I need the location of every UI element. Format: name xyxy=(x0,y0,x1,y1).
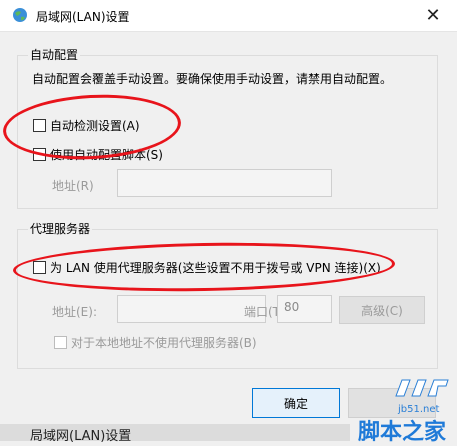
advanced-button[interactable]: 高级(C) xyxy=(339,296,425,324)
bypass-local-checkbox-row[interactable]: 对于本地地址不使用代理服务器(B) xyxy=(54,334,257,351)
bypass-local-checkbox[interactable] xyxy=(54,336,67,349)
use-proxy-checkbox-row[interactable]: 为 LAN 使用代理服务器(这些设置不用于拨号或 VPN 连接)(X) xyxy=(33,259,381,276)
auto-detect-checkbox[interactable] xyxy=(33,119,46,132)
close-button[interactable]: ✕ xyxy=(419,3,447,27)
auto-script-checkbox-row[interactable]: 使用自动配置脚本(S) xyxy=(33,146,163,163)
proxy-address-label: 地址(E): xyxy=(52,305,97,319)
window-title: 局域网(LAN)设置 xyxy=(36,10,130,24)
title-bar: 局域网(LAN)设置 ✕ xyxy=(0,0,457,32)
proxy-port-input[interactable]: 80 xyxy=(277,295,332,323)
auto-config-group-title: 自动配置 xyxy=(28,46,81,63)
auto-detect-label: 自动检测设置(A) xyxy=(50,119,140,133)
auto-config-description: 自动配置会覆盖手动设置。要确保使用手动设置，请禁用自动配置。 xyxy=(32,72,393,86)
globe-icon xyxy=(13,8,27,22)
auto-script-checkbox[interactable] xyxy=(33,148,46,161)
use-proxy-checkbox[interactable] xyxy=(33,261,46,274)
ok-button[interactable]: 确定 xyxy=(252,388,340,418)
proxy-group-title: 代理服务器 xyxy=(28,220,93,237)
auto-script-label: 使用自动配置脚本(S) xyxy=(50,148,163,162)
auto-script-address-input[interactable] xyxy=(117,169,332,197)
watermark-logo xyxy=(392,376,452,400)
background-window-title: 局域网(LAN)设置 xyxy=(30,429,132,444)
auto-detect-checkbox-row[interactable]: 自动检测设置(A) xyxy=(33,117,140,134)
watermark-logo-icon xyxy=(395,379,449,397)
watermark-name: 脚本之家 xyxy=(358,420,447,445)
bypass-local-label: 对于本地地址不使用代理服务器(B) xyxy=(71,336,257,350)
auto-script-address-label: 地址(R) xyxy=(52,179,94,193)
use-proxy-label: 为 LAN 使用代理服务器(这些设置不用于拨号或 VPN 连接)(X) xyxy=(50,261,381,275)
